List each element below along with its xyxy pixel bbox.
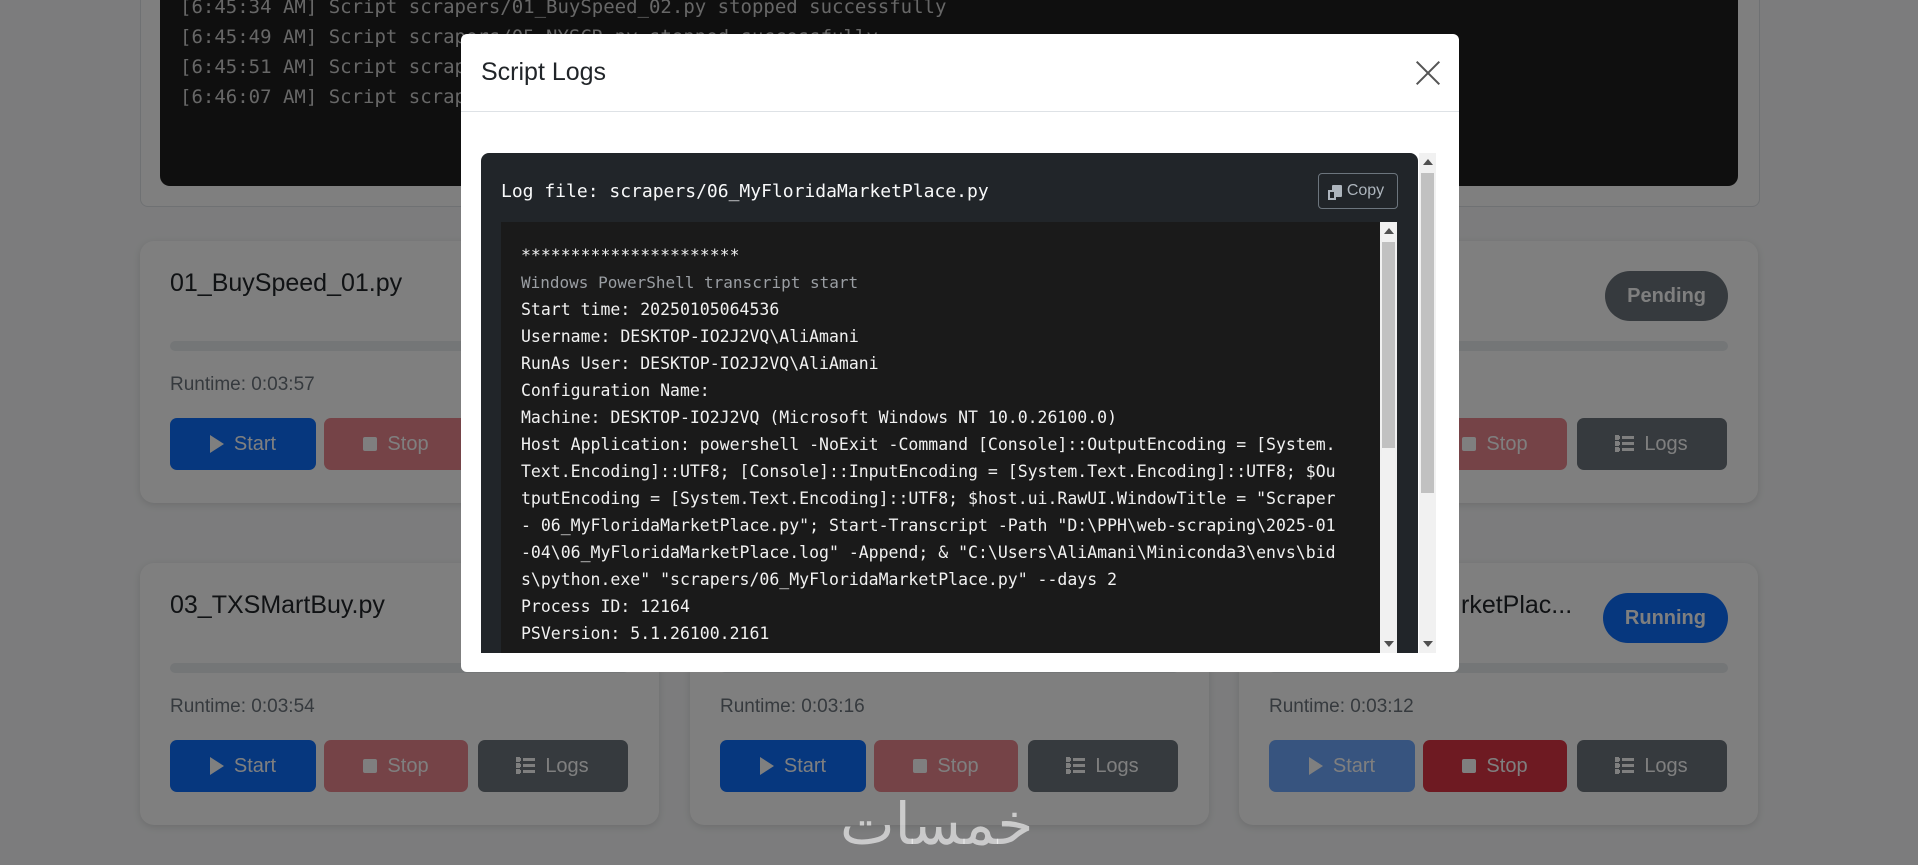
log-container: Log file: scrapers/06_MyFloridaMarketPla…: [481, 153, 1418, 653]
scrollbar-thumb[interactable]: [1421, 173, 1434, 493]
log-line: Machine: DESKTOP-IO2J2VQ (Microsoft Wind…: [521, 408, 1118, 427]
log-line: Process ID: 12164: [521, 597, 690, 616]
modal-header: Script Logs: [461, 34, 1459, 112]
log-line: Windows PowerShell transcript start: [521, 273, 859, 292]
log-line: PSVersion: 5.1.26100.2161: [521, 624, 770, 643]
scroll-down-arrow-icon[interactable]: [1423, 641, 1433, 647]
log-line: Configuration Name:: [521, 381, 710, 400]
log-text: ********************** Windows PowerShel…: [521, 242, 1341, 647]
close-icon[interactable]: [1415, 60, 1441, 86]
log-file-path: Log file: scrapers/06_MyFloridaMarketPla…: [501, 181, 989, 202]
modal-title: Script Logs: [481, 58, 607, 86]
log-line: Start time: 20250105064536: [521, 300, 780, 319]
log-scrollbar[interactable]: [1380, 222, 1397, 653]
copy-icon: [1327, 185, 1342, 200]
script-logs-modal: Script Logs Log file: scrapers/06_MyFlor…: [461, 34, 1459, 672]
scroll-up-arrow-icon[interactable]: [1423, 159, 1433, 165]
scrollbar-thumb[interactable]: [1382, 242, 1395, 448]
modal-scrollbar[interactable]: [1419, 153, 1436, 653]
log-line: Username: DESKTOP-IO2J2VQ\AliAmani: [521, 327, 859, 346]
log-line: Host Application: powershell -NoExit -Co…: [521, 435, 1346, 589]
watermark-logo: خمسات: [840, 790, 1034, 858]
scroll-up-arrow-icon[interactable]: [1384, 228, 1394, 234]
log-content[interactable]: ********************** Windows PowerShel…: [501, 222, 1397, 653]
log-line: RunAs User: DESKTOP-IO2J2VQ\AliAmani: [521, 354, 879, 373]
log-line: **********************: [521, 246, 740, 265]
copy-button[interactable]: Copy: [1318, 173, 1398, 209]
copy-label: Copy: [1346, 182, 1385, 199]
scroll-down-arrow-icon[interactable]: [1384, 641, 1394, 647]
